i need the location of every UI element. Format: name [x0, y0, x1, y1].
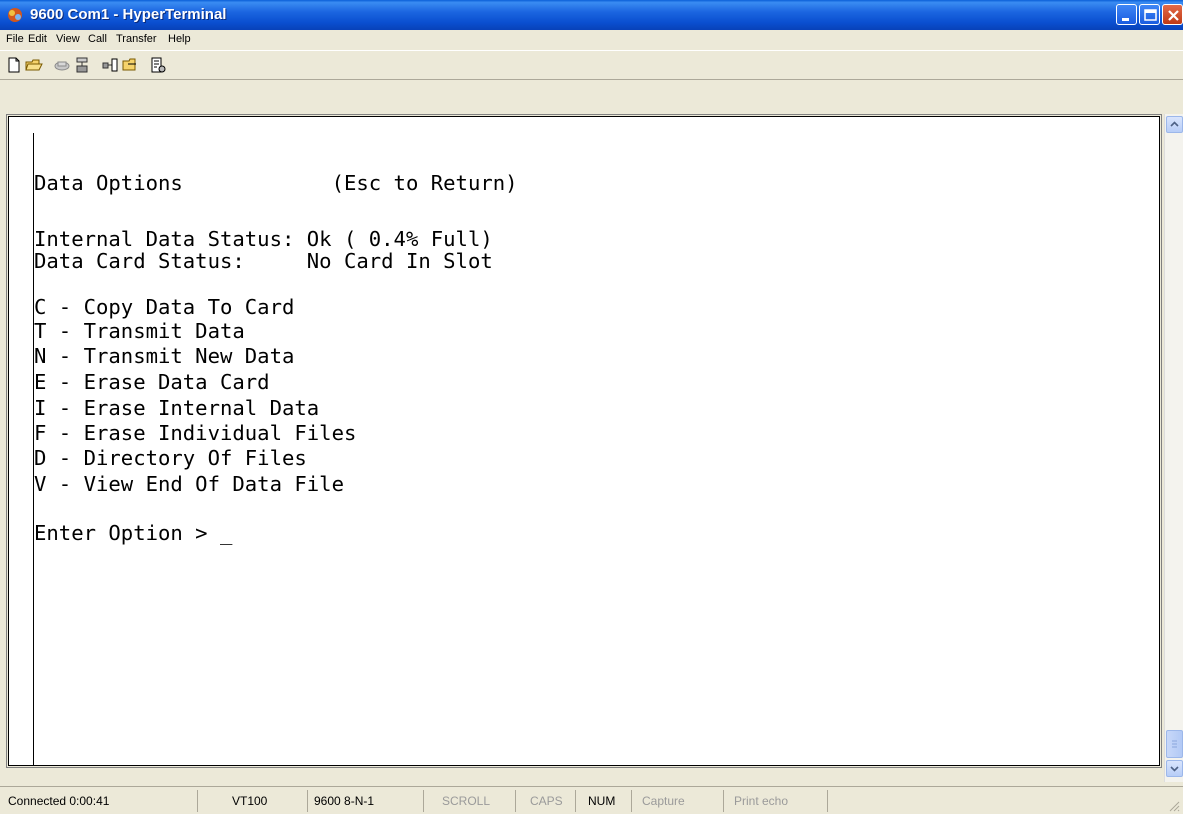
open-icon[interactable] [24, 55, 44, 75]
terminal-option-copy: C - Copy Data To Card [34, 295, 295, 319]
scroll-thumb[interactable] [1166, 730, 1183, 758]
scroll-up-button[interactable] [1166, 116, 1183, 133]
title-bar[interactable]: 9600 Com1 - HyperTerminal [0, 0, 1183, 30]
scroll-down-button[interactable] [1166, 760, 1183, 777]
terminal-option-view-end: V - View End Of Data File [34, 472, 344, 496]
window-title: 9600 Com1 - HyperTerminal [30, 6, 227, 23]
new-connection-icon[interactable] [4, 55, 24, 75]
menu-bar: File Edit View Call Transfer Help [0, 30, 1183, 50]
toolbar [0, 50, 1183, 80]
status-connected: Connected 0:00:41 [2, 790, 198, 812]
status-emulation: VT100 [198, 790, 308, 812]
menu-view[interactable]: View [56, 33, 80, 45]
receive-icon[interactable] [120, 55, 140, 75]
terminal-option-directory: D - Directory Of Files [34, 446, 307, 470]
status-num: NUM [576, 790, 632, 812]
terminal-line-internal-status: Internal Data Status: Ok ( 0.4% Full) [34, 227, 493, 251]
horizontal-strip [0, 770, 1164, 784]
properties-icon[interactable] [148, 55, 168, 75]
menu-transfer[interactable]: Transfer [116, 33, 157, 45]
terminal-line-card-status: Data Card Status: No Card In Slot [34, 249, 493, 273]
menu-call[interactable]: Call [88, 33, 107, 45]
terminal-line-heading: Data Options (Esc to Return) [34, 171, 518, 195]
terminal-option-transmit: T - Transmit Data [34, 319, 245, 343]
terminal-prompt: Enter Option > _ [34, 521, 233, 545]
hyperterminal-icon [6, 6, 24, 24]
maximize-button[interactable] [1139, 4, 1160, 25]
resize-grip-icon[interactable] [1168, 799, 1180, 812]
close-button[interactable] [1162, 4, 1183, 25]
hyperterminal-window: 9600 Com1 - HyperTerminal File Edit View… [0, 0, 1183, 814]
status-caps: CAPS [516, 790, 576, 812]
connect-icon[interactable] [52, 55, 72, 75]
vertical-scrollbar[interactable] [1164, 114, 1183, 782]
terminal-option-erase-files: F - Erase Individual Files [34, 421, 357, 445]
menu-file[interactable]: File [6, 33, 24, 45]
terminal-option-erase-internal: I - Erase Internal Data [34, 396, 320, 420]
menu-help[interactable]: Help [168, 33, 191, 45]
status-bar: Connected 0:00:41 VT100 9600 8-N-1 SCROL… [0, 786, 1183, 814]
disconnect-icon[interactable] [72, 55, 92, 75]
status-settings: 9600 8-N-1 [308, 790, 424, 812]
status-print-echo: Print echo [724, 790, 828, 812]
menu-edit[interactable]: Edit [28, 33, 47, 45]
send-icon[interactable] [100, 55, 120, 75]
status-capture: Capture [632, 790, 724, 812]
minimize-button[interactable] [1116, 4, 1137, 25]
terminal-option-erase-card: E - Erase Data Card [34, 370, 270, 394]
terminal-option-transmit-new: N - Transmit New Data [34, 344, 295, 368]
status-scroll: SCROLL [424, 790, 516, 812]
